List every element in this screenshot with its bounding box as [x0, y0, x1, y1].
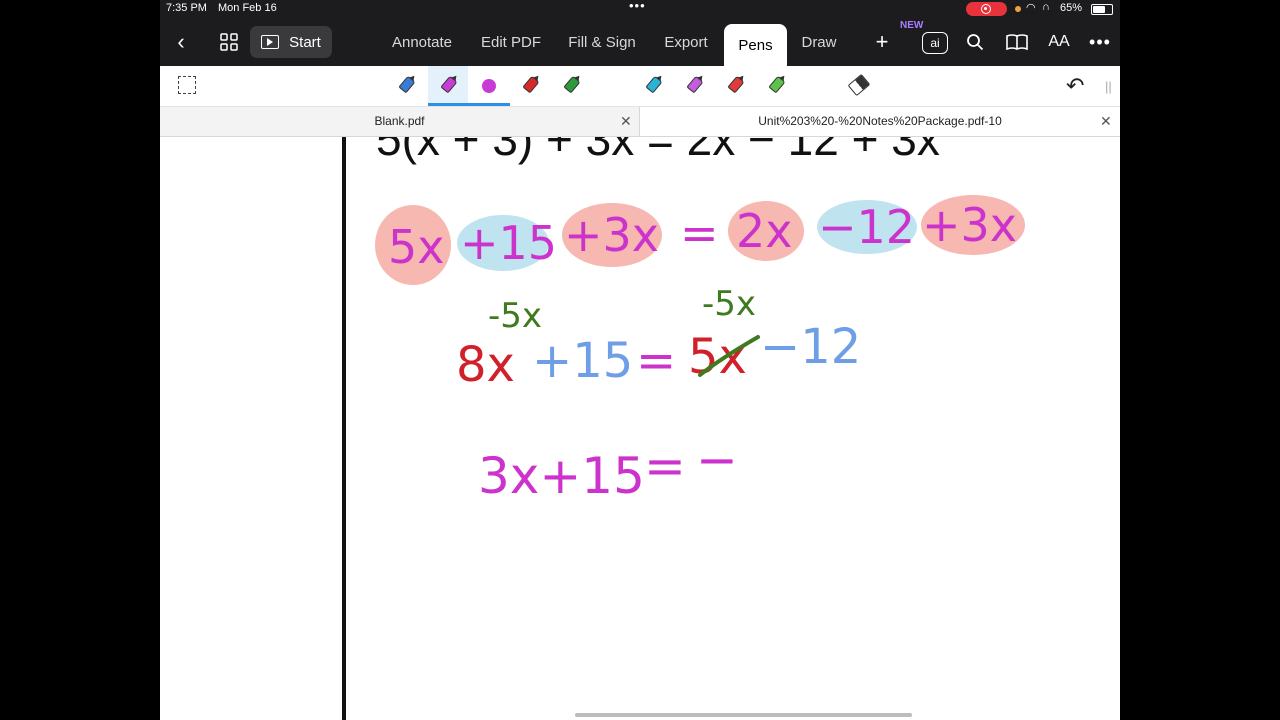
- ink-row1-equals: =: [680, 206, 719, 260]
- highlighter-red-icon[interactable]: [725, 74, 747, 98]
- pdf-page-canvas[interactable]: 5(x + 3) + 3x = 2x − 12 + 3x 5x +15 +3x …: [160, 137, 1120, 720]
- pens-toolbar: ↶ ||: [160, 66, 1120, 107]
- ink-row1-2x: 2x: [736, 204, 793, 258]
- document-tab-notes-package[interactable]: Unit%203%20-%20Notes%20Package.pdf-10 ✕: [640, 107, 1120, 136]
- ink-minus5x-left: -5x: [488, 296, 542, 336]
- ink-row2-minus12: −12: [760, 319, 861, 375]
- ink-row3-3x-plus15: 3x+15: [478, 447, 645, 505]
- close-tab-icon[interactable]: ✕: [1100, 107, 1112, 136]
- ink-layer: 5(x + 3) + 3x = 2x − 12 + 3x 5x +15 +3x …: [375, 137, 1025, 505]
- tab-fill-sign[interactable]: Fill & Sign: [562, 18, 642, 66]
- start-button[interactable]: Start: [250, 26, 332, 58]
- ink-row1-minus12: −12: [818, 200, 915, 254]
- battery-icon: [1091, 4, 1113, 15]
- presentation-icon: [261, 35, 280, 49]
- document-tab-blank[interactable]: Blank.pdf ✕: [160, 107, 639, 136]
- pen-blue-icon[interactable]: [396, 74, 418, 98]
- reading-view-icon[interactable]: [1005, 18, 1029, 66]
- ink-row3-equals: =: [644, 437, 686, 495]
- pen-magenta-icon[interactable]: [438, 74, 460, 98]
- pen-green-icon[interactable]: [561, 74, 583, 98]
- screen-recording-icon[interactable]: [966, 2, 1007, 16]
- new-badge: NEW: [900, 20, 924, 31]
- multitasking-dots-icon[interactable]: •••: [629, 0, 646, 13]
- highlighter-green-icon[interactable]: [766, 74, 788, 98]
- status-time: 7:35 PM: [166, 2, 207, 14]
- document-tab-label: Blank.pdf: [374, 114, 425, 128]
- ink-row2-5x: 5x: [688, 329, 747, 385]
- ink-row2-8x: 8x: [456, 337, 515, 393]
- toolbar-handle-icon[interactable]: ||: [1105, 79, 1112, 94]
- ink-row1-plus15: +15: [460, 216, 557, 270]
- search-icon[interactable]: [964, 18, 986, 66]
- ink-row1-plus3x: +3x: [564, 208, 659, 262]
- main-toolbar: ‹ Start Annotate Edit PDF Fill & Sign Ex…: [160, 18, 1120, 66]
- tab-export[interactable]: Export: [657, 18, 715, 66]
- start-label: Start: [289, 33, 321, 51]
- highlighter-purple-icon[interactable]: [684, 74, 706, 98]
- back-chevron-icon[interactable]: ‹: [166, 18, 196, 66]
- tab-edit-pdf[interactable]: Edit PDF: [476, 18, 546, 66]
- ink-row2-plus15: +15: [532, 333, 633, 389]
- ink-row1-5x: 5x: [388, 220, 445, 274]
- ipad-screen: 7:35 PM Mon Feb 16 ••• ◠ ∩ 65% ‹ Start A…: [160, 0, 1120, 720]
- lasso-select-icon[interactable]: [178, 76, 196, 94]
- ink-row3-minus: −: [696, 431, 738, 489]
- selected-pen-underline: [428, 103, 510, 106]
- pen-color-dot[interactable]: [482, 79, 496, 93]
- document-tabs: Blank.pdf ✕ Unit%203%20-%20Notes%20Packa…: [160, 107, 1120, 137]
- ink-minus5x-right: -5x: [702, 284, 756, 324]
- status-bar: 7:35 PM Mon Feb 16 ••• ◠ ∩ 65%: [160, 0, 1120, 18]
- mic-indicator-icon: [1015, 6, 1021, 12]
- more-options-icon[interactable]: •••: [1088, 18, 1112, 66]
- ink-row2-equals: =: [636, 333, 676, 389]
- ink-row1-plus3x-right: +3x: [922, 198, 1017, 252]
- add-icon[interactable]: +: [870, 18, 894, 66]
- eraser-icon[interactable]: [847, 73, 871, 97]
- close-tab-icon[interactable]: ✕: [620, 107, 632, 136]
- wifi-icon: ◠: [1026, 2, 1036, 14]
- undo-icon[interactable]: ↶: [1066, 73, 1084, 99]
- pen-red-icon[interactable]: [520, 74, 542, 98]
- tab-pens[interactable]: Pens: [724, 24, 787, 66]
- printed-equation: 5(x + 3) + 3x = 2x − 12 + 3x: [376, 137, 940, 165]
- status-date: Mon Feb 16: [218, 2, 277, 14]
- headphones-icon: ∩: [1042, 1, 1050, 13]
- tab-annotate[interactable]: Annotate: [385, 18, 459, 66]
- text-size-icon[interactable]: AA: [1046, 18, 1072, 66]
- document-tab-label: Unit%203%20-%20Notes%20Package.pdf-10: [758, 114, 1002, 128]
- home-indicator[interactable]: [575, 713, 912, 717]
- ai-assistant-button[interactable]: ai: [922, 32, 948, 54]
- thumbnails-grid-icon[interactable]: [218, 18, 240, 66]
- highlighter-cyan-icon[interactable]: [643, 74, 665, 98]
- battery-percent: 65%: [1060, 2, 1083, 14]
- tab-draw[interactable]: Draw: [796, 18, 842, 66]
